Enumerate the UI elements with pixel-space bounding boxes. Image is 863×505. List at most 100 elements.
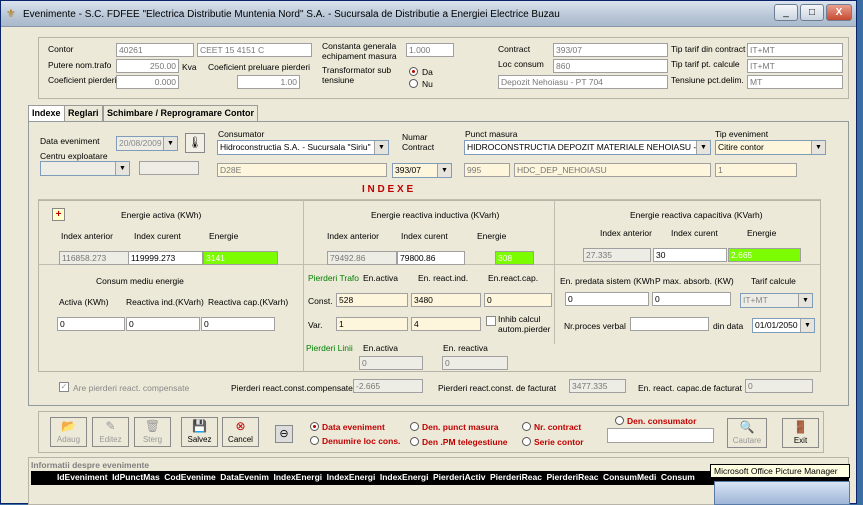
info-col-pierderi-activ[interactable]: PierderiActiv: [433, 472, 485, 482]
contor-type-field[interactable]: CEET 15 4151 C: [197, 43, 312, 57]
centru-label: Centru exploatare: [40, 151, 108, 161]
putere-field[interactable]: 250.00: [116, 59, 179, 73]
radio-serie[interactable]: [522, 437, 531, 446]
filter-icon[interactable]: ⊖: [275, 425, 293, 443]
info-col-consum[interactable]: Consum: [661, 472, 695, 482]
maximize-button[interactable]: □: [800, 4, 824, 21]
contor-field[interactable]: 40261: [116, 43, 194, 57]
const-cap-field[interactable]: 0: [484, 293, 552, 307]
pierderi-comp-field[interactable]: -2.665: [353, 379, 423, 393]
cancel-button[interactable]: ⊗ Cancel: [222, 417, 259, 447]
capacitiva-anterior-field[interactable]: 27.335: [583, 248, 651, 262]
nr-proces-field[interactable]: [630, 317, 709, 331]
radio-da-label: Da: [422, 67, 433, 77]
inductiva-curent-field[interactable]: 79800.86: [397, 251, 465, 265]
tab-indexe[interactable]: Indexe: [28, 105, 65, 121]
radio-nr-contract[interactable]: [522, 422, 531, 431]
tip-tarif-contract-field[interactable]: IT+MT: [747, 43, 843, 57]
info-col-cod-eveniment[interactable]: CodEvenime: [164, 472, 216, 482]
radio-den-consumator[interactable]: [615, 416, 624, 425]
punct-name-field[interactable]: HDC_DEP_NEHOIASU: [514, 163, 711, 177]
din-data-combo[interactable]: 01/01/2050 ▼: [752, 318, 815, 333]
calendar-button[interactable]: 🌡: [185, 133, 205, 153]
pl-reactiva-field[interactable]: 0: [442, 356, 508, 370]
tarif-calcule-combo[interactable]: IT+MT ▼: [740, 293, 813, 308]
constanta-field[interactable]: 1.000: [406, 43, 454, 57]
tensiune-field[interactable]: MT: [747, 75, 843, 89]
punct-code-field[interactable]: 995: [464, 163, 510, 177]
info-col-index-energie-3[interactable]: IndexEnergi: [380, 472, 429, 482]
coef-pierderi-field[interactable]: 0.000: [116, 75, 179, 89]
tab-schimbare-contor[interactable]: Schimbare / Reprogramare Contor: [103, 105, 259, 121]
pl-activa-label: En.activa: [363, 343, 398, 353]
centru-combo[interactable]: ▼: [40, 161, 130, 176]
tip-eveniment-combo[interactable]: Citire contor ▼: [715, 140, 826, 155]
punct-masura-label: Punct masura: [465, 129, 518, 139]
pierderi-fact-field[interactable]: 3477.335: [569, 379, 626, 393]
info-col-id-punct[interactable]: IdPunctMas: [112, 472, 160, 482]
const-activa-field[interactable]: 528: [336, 293, 408, 307]
tip-tarif-calcul-field[interactable]: IT+MT: [747, 59, 843, 73]
pierderi-fact-label: Pierderi react.const. de facturat: [438, 383, 557, 393]
sterg-button[interactable]: 🗑 Sterg: [134, 417, 171, 447]
taskbar-thumbnail[interactable]: [714, 481, 850, 505]
info-col-index-energie-2[interactable]: IndexEnergi: [327, 472, 376, 482]
activa-curent-field[interactable]: 119999.273: [128, 251, 203, 265]
inhib-checkbox[interactable]: [486, 316, 496, 326]
add-index-button[interactable]: +: [52, 208, 65, 221]
tip-tarif-contract-label: Tip tarif din contract: [671, 44, 746, 54]
inductiva-anterior-field[interactable]: 79492.86: [327, 251, 397, 265]
consum-activa-field[interactable]: 0: [57, 317, 125, 331]
centru-code-field[interactable]: [139, 161, 199, 175]
info-col-consum-medi[interactable]: ConsumMedi: [603, 472, 656, 482]
close-button[interactable]: X: [826, 4, 852, 21]
capacitiva-energie-field[interactable]: 2.665: [728, 248, 801, 262]
inductiva-energie-field[interactable]: 308: [495, 251, 534, 265]
radio-nu[interactable]: [409, 79, 418, 88]
activa-energie-field[interactable]: 3141: [203, 251, 278, 265]
salvez-button[interactable]: 💾 Salvez: [181, 417, 218, 447]
coef-preluare-field[interactable]: 1.00: [237, 75, 300, 89]
var-activa-field[interactable]: 1: [336, 317, 408, 331]
p-max-field[interactable]: 0: [652, 292, 731, 306]
loc-consum-field[interactable]: 860: [553, 59, 668, 73]
consumator-code-field[interactable]: D28E: [217, 163, 387, 177]
capacitiva-curent-field[interactable]: 30: [653, 248, 727, 262]
radio-den-pm[interactable]: [410, 437, 419, 446]
cautare-button[interactable]: 🔍 Cautare: [727, 418, 767, 448]
info-col-pierderi-reac-1[interactable]: PierderiReac: [490, 472, 542, 482]
info-col-index-energie-1[interactable]: IndexEnergi: [273, 472, 322, 482]
editez-button[interactable]: ✎ Editez: [92, 417, 129, 447]
info-col-id-eveniment[interactable]: IdEveniment: [57, 472, 108, 482]
adaug-button[interactable]: 📂 Adaug: [50, 417, 87, 447]
are-pierderi-checkbox[interactable]: ✓: [59, 382, 69, 392]
numar-contract-combo[interactable]: 393/07 ▼: [392, 163, 452, 178]
en-predata-field[interactable]: 0: [565, 292, 649, 306]
app-icon: ⚜: [6, 8, 16, 20]
exit-button[interactable]: 🚪 Exit: [782, 418, 819, 448]
consum-react-cap-field[interactable]: 0: [201, 317, 275, 331]
var-ind-field[interactable]: 4: [411, 317, 481, 331]
radio-den-punct[interactable]: [410, 422, 419, 431]
contract-field[interactable]: 393/07: [553, 43, 668, 57]
info-col-data-eveniment[interactable]: DataEvenim: [220, 472, 269, 482]
radio-data-eveniment[interactable]: [310, 422, 319, 431]
punct-masura-combo[interactable]: HIDROCONSTRUCTIA DEPOZIT MATERIALE NEHOI…: [464, 140, 711, 155]
putere-unit: Kva: [182, 62, 197, 72]
tab-reglari[interactable]: Reglari: [64, 105, 103, 121]
pl-activa-field[interactable]: 0: [359, 356, 423, 370]
energie-capacitiva-title: Energie reactiva capacitiva (KVarh): [630, 210, 763, 220]
data-eveniment-field[interactable]: 20/08/2009 ▼: [116, 136, 178, 151]
radio-denumire[interactable]: [310, 436, 319, 445]
search-input[interactable]: [607, 428, 714, 443]
minimize-button[interactable]: _: [774, 4, 798, 21]
const-ind-field[interactable]: 3480: [411, 293, 481, 307]
loc-consum-desc-field[interactable]: Depozit Nehoiasu - PT 704: [498, 75, 668, 89]
consum-react-ind-field[interactable]: 0: [126, 317, 200, 331]
radio-da[interactable]: [409, 67, 418, 76]
info-col-pierderi-reac-2[interactable]: PierderiReac: [546, 472, 598, 482]
activa-anterior-field[interactable]: 116858.273: [59, 251, 129, 265]
en-capac-field[interactable]: 0: [745, 379, 813, 393]
consumator-combo[interactable]: Hidroconstructia S.A. - Sucursala "Siriu…: [217, 140, 389, 155]
tip-code-field[interactable]: 1: [715, 163, 797, 177]
